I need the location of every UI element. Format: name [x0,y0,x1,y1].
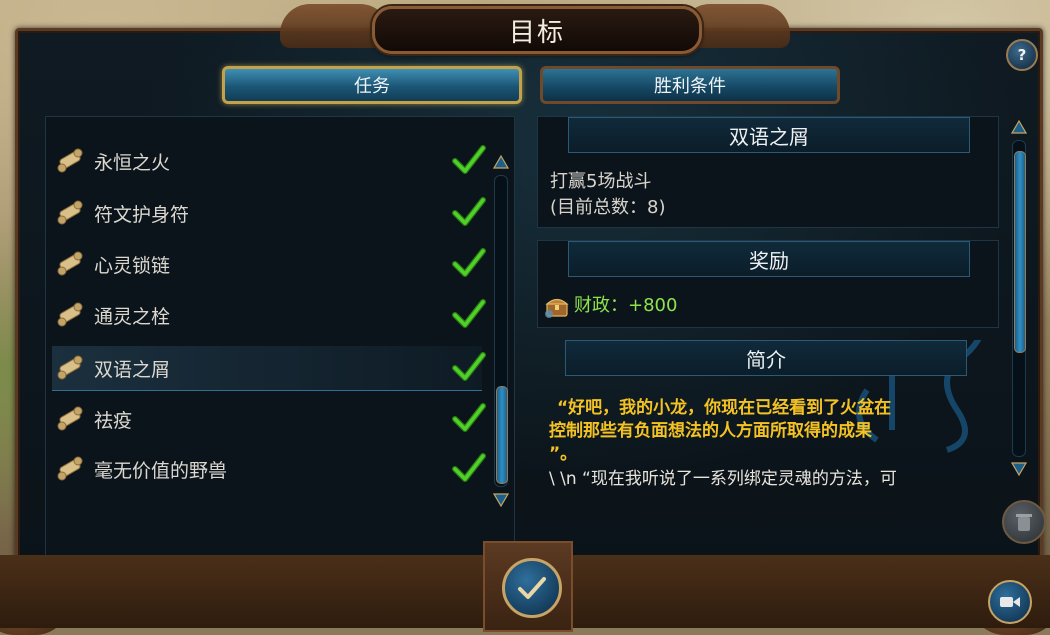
trash-button[interactable] [1002,500,1046,544]
rewards-section: 奖励 财政：+800 [537,240,999,328]
quest-row[interactable]: 通灵之栓 [52,293,486,337]
scroll-down-arrow[interactable] [493,493,509,507]
quest-label: 通灵之栓 [94,305,171,328]
reward-row: 财政：+800 [544,293,677,319]
checkmark-icon [452,403,486,432]
reward-text: 财政：+800 [574,295,678,316]
checkmark-icon [452,453,486,482]
scroll-icon [57,406,83,431]
scroll-icon [57,302,83,327]
quest-list: 永恒之火符文护身符心灵锁链通灵之栓双语之屑祛疫毫无价值的野兽 [45,116,515,556]
checkmark-icon [518,577,546,599]
objective-line-2: (目前总数：8) [550,197,666,218]
help-button[interactable]: ? [1006,39,1038,71]
quest-label: 永恒之火 [94,151,171,174]
quest-row[interactable]: 双语之屑 [52,346,486,391]
checkmark-icon [452,352,486,381]
description-section: 简介 “好吧，我的小龙，你现在已经看到了火盆在 控制那些有负面想法的人方面所取得… [537,340,997,492]
description-header: 简介 [565,340,967,376]
quest-label: 祛疫 [94,409,133,432]
quest-row[interactable]: 心灵锁链 [52,242,486,286]
quest-list-scrollbar-track[interactable] [494,175,508,487]
detail-scrollbar-thumb[interactable] [1014,151,1026,353]
scroll-icon [57,148,83,173]
description-next-line: \ \n “现在我听说了一系列绑定灵魂的方法，可 [549,469,897,489]
objective-section: 双语之屑 打赢5场战斗 (目前总数：8) [537,116,999,228]
detail-scroll-up-arrow[interactable] [1011,120,1027,134]
description-quote-line-2: 控制那些有负面想法的人方面所取得的成果 [549,421,872,441]
tab-quests[interactable]: 任务 [222,66,522,104]
window-title: 目标 [372,6,702,54]
checkmark-icon [452,248,486,277]
video-camera-icon [1000,597,1020,607]
scroll-up-arrow[interactable] [493,155,509,169]
video-button[interactable] [988,580,1032,624]
objective-line-1: 打赢5场战斗 [550,171,652,192]
scroll-icon [57,251,83,276]
scroll-icon [57,456,83,481]
detail-scroll-down-arrow[interactable] [1011,462,1027,476]
quest-list-scrollbar-thumb[interactable] [496,386,508,484]
quest-detail-title: 双语之屑 [568,117,970,153]
quest-label: 双语之屑 [94,358,171,381]
trash-icon [1016,514,1032,531]
checkmark-icon [452,197,486,226]
description-quote-line-3: ”。 [549,444,578,464]
rewards-header: 奖励 [568,241,970,277]
scroll-icon [57,355,83,380]
quest-row[interactable]: 毫无价值的野兽 [52,447,486,491]
confirm-button[interactable] [502,558,562,618]
help-icon: ? [1017,46,1027,64]
checkmark-icon [452,145,486,174]
quest-label: 心灵锁链 [94,254,171,277]
quest-row[interactable]: 符文护身符 [52,191,486,235]
description-quote-line-1: “好吧，我的小龙，你现在已经看到了火盆在 [557,398,892,418]
checkmark-icon [452,299,486,328]
quest-label: 符文护身符 [94,203,190,226]
quest-label: 毫无价值的野兽 [94,459,228,482]
quest-row[interactable]: 永恒之火 [52,139,486,183]
tab-victory-conditions[interactable]: 胜利条件 [540,66,840,104]
treasure-chest-icon [545,298,569,318]
scroll-icon [57,200,83,225]
detail-scrollbar-track[interactable] [1012,140,1026,457]
quest-row[interactable]: 祛疫 [52,397,486,441]
